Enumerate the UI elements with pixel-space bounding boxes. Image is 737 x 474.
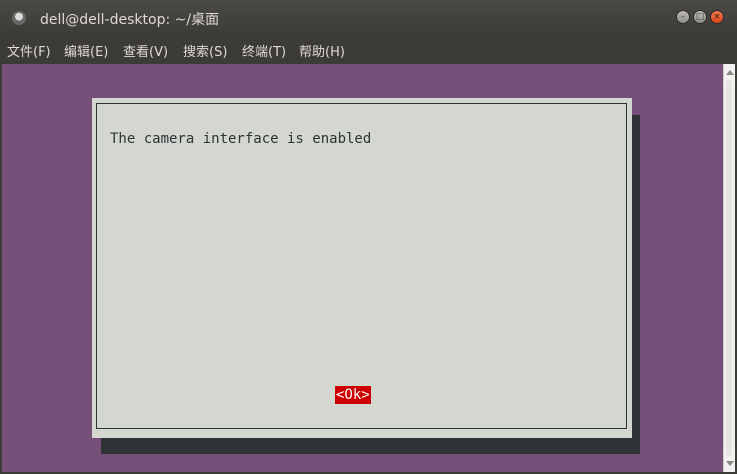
menu-view[interactable]: 查看(V) [123,41,168,60]
scroll-up-icon[interactable] [726,70,734,75]
menu-file[interactable]: 文件(F) [7,41,51,60]
terminal-icon [12,11,26,25]
window-titlebar[interactable]: dell@dell-desktop: ~/桌面 – □ × [0,0,737,36]
scroll-down-icon[interactable] [726,461,734,466]
message-dialog: The camera interface is enabled <Ok> [92,98,632,438]
dialog-message: The camera interface is enabled [110,131,372,147]
window-title: dell@dell-desktop: ~/桌面 [40,12,220,28]
menu-help[interactable]: 帮助(H) [299,41,345,60]
menu-edit[interactable]: 编辑(E) [64,41,108,60]
minimize-button[interactable]: – [676,10,690,24]
terminal-scrollbar[interactable] [723,64,735,472]
menu-terminal[interactable]: 终端(T) [242,41,286,60]
menu-search[interactable]: 搜索(S) [183,41,227,60]
scroll-track[interactable] [726,80,732,456]
close-button[interactable]: × [710,10,724,24]
dialog-border [96,103,627,429]
maximize-button[interactable]: □ [693,10,707,24]
menu-bar: 文件(F) 编辑(E) 查看(V) 搜索(S) 终端(T) 帮助(H) [0,36,737,64]
ok-button[interactable]: <Ok> [335,386,371,404]
